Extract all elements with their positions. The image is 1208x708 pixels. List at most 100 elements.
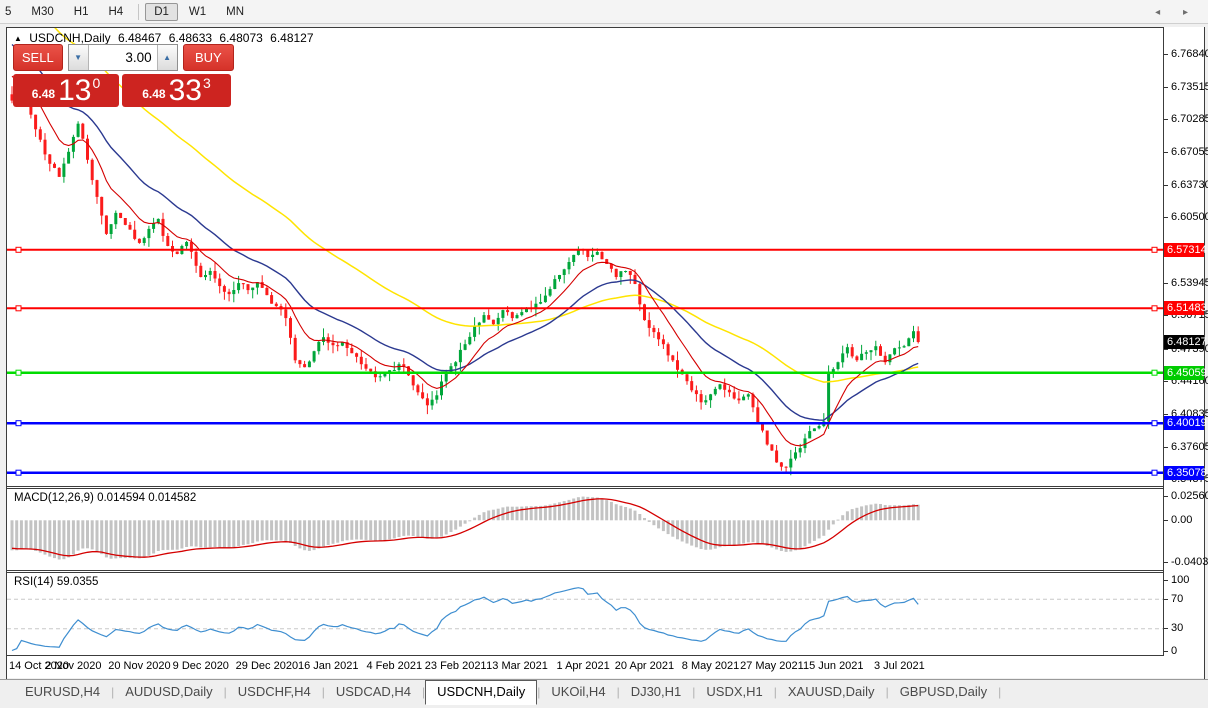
macd-histogram-bar <box>374 520 377 540</box>
macd-histogram-bar <box>275 520 278 540</box>
macd-histogram-bar <box>719 520 722 547</box>
tick-mark <box>1164 580 1168 581</box>
macd-histogram-bar <box>289 520 292 543</box>
candle <box>110 224 113 234</box>
candle <box>147 229 150 238</box>
macd-histogram-bar <box>119 520 122 558</box>
sell-button[interactable]: SELL <box>13 44 63 71</box>
timeframe-button-h4[interactable]: H4 <box>99 3 132 21</box>
candle <box>516 315 519 318</box>
macd-histogram-bar <box>426 520 429 538</box>
candle <box>294 338 297 360</box>
candle <box>426 398 429 405</box>
macd-histogram-bar <box>454 520 457 529</box>
date-axis[interactable]: 14 Oct 20202 Nov 202020 Nov 20209 Dec 20… <box>7 656 1163 678</box>
candle <box>124 218 127 225</box>
macd-histogram-bar <box>851 509 854 520</box>
timeframe-button-d1[interactable]: D1 <box>145 3 178 21</box>
tab-usdx-h1[interactable]: USDX,H1 <box>695 680 773 704</box>
candle <box>841 353 844 362</box>
macd-histogram-bar <box>676 520 679 539</box>
candle <box>501 310 504 318</box>
candle <box>520 312 523 315</box>
macd-histogram-bar <box>742 520 745 543</box>
tab-ukoil-h4[interactable]: UKOil,H4 <box>540 680 616 704</box>
tab-usdchf-h4[interactable]: USDCHF,H4 <box>227 680 322 704</box>
timeframe-button-mn[interactable]: MN <box>217 3 253 21</box>
hline-handle[interactable] <box>1152 470 1157 475</box>
price-tag-6.48127: 6.48127 <box>1164 335 1204 349</box>
tab-dj30-h1[interactable]: DJ30,H1 <box>620 680 693 704</box>
macd-histogram-bar <box>332 520 335 544</box>
macd-histogram-bar <box>799 520 802 548</box>
macd-histogram-bar <box>147 520 150 556</box>
macd-histogram-bar <box>29 520 32 549</box>
candle <box>808 431 811 438</box>
candle <box>58 168 61 177</box>
macd-histogram-bar <box>124 520 127 558</box>
macd-histogram-bar <box>251 520 254 543</box>
hline-handle[interactable] <box>16 470 21 475</box>
date-label: 9 Dec 2020 <box>173 660 229 672</box>
tab-audusd-daily[interactable]: AUDUSD,Daily <box>114 680 223 704</box>
date-label: 29 Dec 2020 <box>236 660 298 672</box>
macd-histogram-bar <box>176 520 179 549</box>
tick-mark <box>1164 152 1168 153</box>
collapse-triangle-icon[interactable]: ▲ <box>14 34 22 43</box>
candle <box>539 302 542 304</box>
candle <box>888 354 891 362</box>
tab-usdcad-h4[interactable]: USDCAD,H4 <box>325 680 422 704</box>
macd-histogram-bar <box>369 520 372 540</box>
candle <box>440 382 443 396</box>
hline-handle[interactable] <box>16 421 21 426</box>
macd-histogram-bar <box>152 520 155 553</box>
price-tick: 6.60500 <box>1164 211 1208 224</box>
tab-gbpusd-daily[interactable]: GBPUSD,Daily <box>889 680 998 704</box>
hline-handle[interactable] <box>16 370 21 375</box>
buy-button[interactable]: BUY <box>183 44 234 71</box>
macd-histogram-bar <box>218 520 221 547</box>
candle <box>412 375 415 385</box>
hline-handle[interactable] <box>1152 370 1157 375</box>
rsi-indicator-panel[interactable] <box>7 573 1163 655</box>
candle <box>874 346 877 350</box>
macd-histogram-bar <box>412 520 415 536</box>
macd-histogram-bar <box>133 520 136 558</box>
macd-histogram-bar <box>643 518 646 520</box>
tab-scroll-arrows[interactable]: ◂ ▸ <box>1155 7 1198 18</box>
macd-histogram-bar <box>105 520 108 557</box>
volume-decrease-button[interactable]: ▼ <box>69 45 89 70</box>
macd-histogram-bar <box>34 520 37 551</box>
macd-histogram-bar <box>789 520 792 551</box>
candle <box>686 374 689 381</box>
volume-input[interactable] <box>89 45 157 70</box>
candle <box>756 407 759 422</box>
price-axis[interactable]: 6.768406.735156.702856.670556.637306.605… <box>1164 27 1204 656</box>
tab-separator: | <box>998 680 1001 699</box>
sell-price[interactable]: 6.48130 <box>13 74 119 107</box>
hline-handle[interactable] <box>16 247 21 252</box>
macd-histogram-bar <box>865 505 868 520</box>
hline-handle[interactable] <box>1152 306 1157 311</box>
timeframe-button-m30[interactable]: M30 <box>22 3 62 21</box>
macd-histogram-bar <box>67 520 70 557</box>
buy-price[interactable]: 6.48333 <box>122 74 231 107</box>
timeframe-button-h1[interactable]: H1 <box>65 3 98 21</box>
candle <box>77 124 80 137</box>
hline-handle[interactable] <box>1152 247 1157 252</box>
candle <box>865 352 868 354</box>
timeframe-button-5[interactable]: 5 <box>0 3 20 21</box>
buy-price-base: 6.48 <box>142 87 165 101</box>
tab-eurusd-h4[interactable]: EURUSD,H4 <box>14 680 111 704</box>
volume-increase-button[interactable]: ▲ <box>157 45 177 70</box>
candle <box>223 286 226 292</box>
candle <box>487 315 490 320</box>
timeframe-button-w1[interactable]: W1 <box>180 3 215 21</box>
tab-usdcnh-daily[interactable]: USDCNH,Daily <box>425 680 537 705</box>
date-label: 3 Jul 2021 <box>874 660 925 672</box>
candle <box>398 364 401 370</box>
hline-handle[interactable] <box>16 306 21 311</box>
hline-handle[interactable] <box>1152 421 1157 426</box>
tab-xauusd-daily[interactable]: XAUUSD,Daily <box>777 680 886 704</box>
candle <box>114 213 117 224</box>
